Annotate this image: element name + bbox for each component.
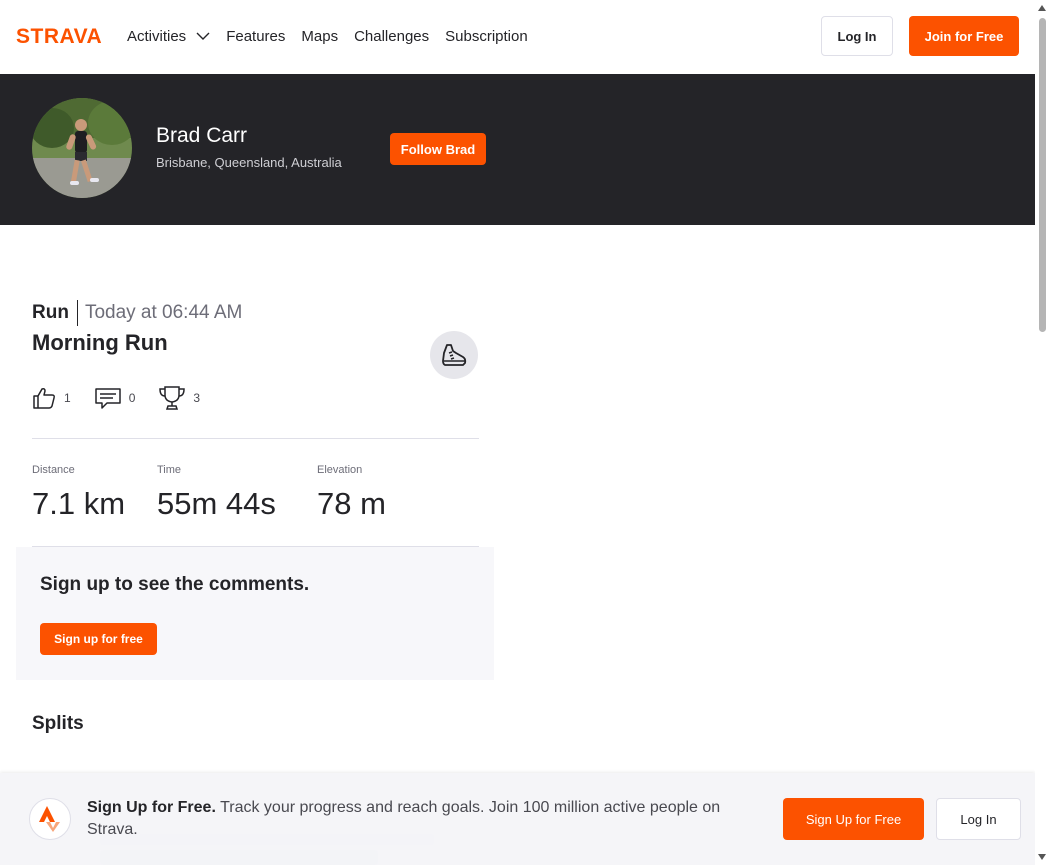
banner-headline: Sign Up for Free. (87, 799, 216, 816)
activity-date: Today at 06:44 AM (84, 302, 243, 323)
nav-maps[interactable]: Maps (301, 28, 338, 45)
follow-button[interactable]: Follow Brad (390, 133, 486, 165)
main-nav: Activities Features Maps Challenges Subs… (127, 0, 544, 72)
thumbs-up-icon (33, 388, 55, 409)
svg-text:STRAVA: STRAVA (16, 27, 102, 45)
comments-signup-prompt: Sign up to see the comments. Sign up for… (16, 547, 494, 680)
athlete-header: Brad Carr Brisbane, Queensland, Australi… (0, 74, 1035, 225)
scroll-down-arrow-icon[interactable] (1038, 854, 1046, 860)
chevron-down-icon (196, 32, 210, 40)
comment-icon (94, 388, 121, 409)
activity-title: Morning Run (32, 330, 168, 355)
vertical-scrollbar[interactable] (1035, 0, 1050, 865)
stat-elevation-label: Elevation (317, 464, 363, 476)
banner-signup-button[interactable]: Sign Up for Free (783, 798, 924, 840)
join-button[interactable]: Join for Free (909, 16, 1019, 56)
kudos-stat[interactable]: 1 (32, 386, 71, 410)
nav-activities[interactable]: Activities (127, 28, 210, 45)
comments-count: 0 (128, 391, 136, 405)
strava-logo[interactable]: STRAVA (16, 25, 111, 50)
nav-challenges[interactable]: Challenges (354, 28, 429, 45)
strava-app-icon (29, 798, 71, 840)
nav-activities-label: Activities (127, 27, 187, 45)
shoe-icon (442, 344, 467, 366)
comments-stat[interactable]: 0 (94, 386, 136, 410)
scroll-up-arrow-icon[interactable] (1038, 5, 1046, 11)
social-stats: 1 0 3 (32, 384, 224, 412)
stat-time-value: 55m 44s (157, 486, 276, 521)
signup-banner: Sign Up for Free. Track your progress an… (0, 773, 1035, 865)
stat-elevation-value: 78 m (317, 486, 386, 521)
nav-subscription[interactable]: Subscription (445, 28, 528, 45)
stat-distance: Distance 7.1 km (32, 464, 125, 522)
athlete-location: Brisbane, Queensland, Australia (156, 155, 342, 170)
stat-time-label: Time (157, 464, 182, 476)
stat-distance-label: Distance (32, 464, 75, 476)
section-divider (32, 438, 479, 439)
banner-message: Sign Up for Free. Track your progress an… (87, 797, 757, 841)
banner-login-button[interactable]: Log In (936, 798, 1021, 840)
athlete-name[interactable]: Brad Carr (156, 124, 247, 148)
activity-meta: Run Today at 06:44 AM (32, 299, 242, 327)
signup-for-free-button[interactable]: Sign up for free (40, 623, 157, 655)
splits-heading: Splits (32, 713, 84, 734)
meta-divider (76, 300, 78, 326)
comments-prompt-title: Sign up to see the comments. (40, 574, 310, 595)
activity-page: STRAVA Activities Features Maps Challeng… (0, 0, 1035, 865)
stat-distance-value: 7.1 km (32, 486, 126, 521)
trophy-icon (159, 386, 186, 410)
athlete-photo (32, 98, 132, 198)
scrollbar-thumb[interactable] (1039, 18, 1046, 332)
stat-elevation: Elevation 78 m (317, 464, 386, 522)
athlete-avatar[interactable] (32, 98, 132, 198)
strava-wordmark-icon: STRAVA (16, 25, 102, 48)
login-button[interactable]: Log In (821, 16, 893, 56)
activity-type: Run (32, 302, 69, 323)
stat-time: Time 55m 44s (157, 464, 276, 522)
strava-logo-icon (39, 806, 60, 832)
achievements-count: 3 (193, 391, 201, 405)
top-nav: STRAVA Activities Features Maps Challeng… (0, 0, 1035, 74)
achievements-stat[interactable]: 3 (159, 385, 200, 411)
nav-features[interactable]: Features (226, 28, 285, 45)
sport-type-badge (430, 331, 478, 379)
kudos-count: 1 (64, 391, 71, 405)
